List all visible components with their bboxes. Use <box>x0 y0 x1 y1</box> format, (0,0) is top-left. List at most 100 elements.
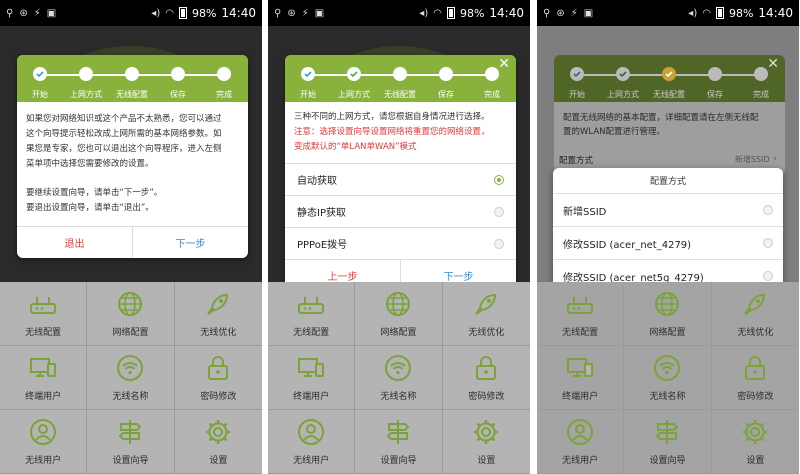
search-icon: ⚲ <box>6 7 14 19</box>
battery-percent: 98% <box>459 6 485 20</box>
step-current-icon <box>347 67 361 81</box>
battery-percent: 98% <box>728 6 754 20</box>
popup-option-modify-ssid-1[interactable]: 修改SSID (acer_net_4279) <box>553 227 783 260</box>
menu-tile[interactable]: 设置向导 <box>87 410 175 474</box>
battery-icon <box>178 7 187 19</box>
image-icon: ▣ <box>583 7 594 19</box>
signpost-icon <box>383 417 413 447</box>
menu-tile[interactable]: 无线优化 <box>442 282 530 346</box>
menu-tile-label: 网络配置 <box>112 328 149 338</box>
step-start: 开始 <box>285 67 331 100</box>
step-done-icon <box>616 67 630 81</box>
battery-icon <box>446 7 455 19</box>
menu-tile-label: 设置向导 <box>649 456 686 466</box>
menu-tile-label: 终端用户 <box>25 392 62 402</box>
menu-tile[interactable]: 无线用户 <box>537 410 625 474</box>
menu-tile-label: 设置向导 <box>380 456 417 466</box>
gear-icon <box>740 417 770 447</box>
menu-tile[interactable]: 无线用户 <box>268 410 356 474</box>
menu-tile-label: 无线名称 <box>112 392 149 402</box>
menu-tile[interactable]: 终端用户 <box>0 346 88 410</box>
popup-option-new-ssid[interactable]: 新增SSID <box>553 194 783 227</box>
step-save: 保存 <box>423 67 469 100</box>
menu-tile[interactable]: 无线名称 <box>87 346 175 410</box>
step-network: 上网方式 <box>331 67 377 100</box>
menu-grid: 无线配置 网络配置 无线优化终端用户 无线名称 密码修改无线用户 设置向导 设置 <box>0 282 262 474</box>
devices-icon <box>296 353 326 383</box>
search-icon: ⚲ <box>274 7 282 19</box>
globe-icon <box>115 289 145 319</box>
menu-tile[interactable]: 无线用户 <box>0 410 88 474</box>
wizard-steps: 开始 上网方式 无线配置 保存 完成 <box>17 55 248 102</box>
menu-tile[interactable]: 设置 <box>174 410 262 474</box>
menu-tile[interactable]: 密码修改 <box>174 346 262 410</box>
menu-tile-label: 设置 <box>477 456 496 466</box>
gear-icon <box>203 417 233 447</box>
wifi-icon: ◠ <box>165 7 174 19</box>
radio-icon[interactable] <box>763 238 773 248</box>
menu-tile[interactable]: 无线名称 <box>624 346 712 410</box>
rocket-icon <box>203 289 233 319</box>
step-done-icon <box>570 67 584 81</box>
search-icon: ⚲ <box>543 7 551 19</box>
menu-tile-label: 网络配置 <box>649 328 686 338</box>
step-done: 完成 <box>201 67 247 100</box>
option-static-ip[interactable]: 静态IP获取 <box>285 195 516 227</box>
signpost-icon <box>652 417 682 447</box>
menu-tile[interactable]: 无线配置 <box>537 282 625 346</box>
step-network: 上网方式 <box>63 67 109 100</box>
router-icon <box>28 289 58 319</box>
menu-tile[interactable]: 设置 <box>711 410 799 474</box>
wizard-body: 三种不同的上网方式，请您根据自身情况进行选择。 注意：选择设置向导设置网络将重置… <box>294 112 490 152</box>
menu-tile-label: 设置 <box>209 456 228 466</box>
radio-icon[interactable] <box>494 206 504 217</box>
menu-tile[interactable]: 网络配置 <box>87 282 175 346</box>
radio-icon[interactable] <box>494 238 504 249</box>
vibrate-icon: ◂) <box>419 7 429 19</box>
menu-tile[interactable]: 设置向导 <box>355 410 443 474</box>
menu-tile[interactable]: 无线配置 <box>0 282 88 346</box>
menu-tile-label: 终端用户 <box>293 392 330 402</box>
user-icon <box>296 417 326 447</box>
menu-tile[interactable]: 设置 <box>442 410 530 474</box>
clock: 14:40 <box>489 6 524 20</box>
user-icon <box>28 417 58 447</box>
next-button[interactable]: 下一步 <box>132 227 248 258</box>
battery-percent: 98% <box>191 6 217 20</box>
image-icon: ▣ <box>46 7 57 19</box>
radio-selected-icon[interactable] <box>494 174 504 185</box>
radio-icon[interactable] <box>763 271 773 281</box>
menu-tile-label: 无线用户 <box>293 456 330 466</box>
step-current-icon <box>662 67 676 81</box>
menu-tile[interactable]: 网络配置 <box>355 282 443 346</box>
battery-icon <box>715 7 724 19</box>
step-start: 开始 <box>17 67 63 100</box>
config-mode-row[interactable]: 配置方式 新增SSID › <box>559 154 777 166</box>
menu-tile-label: 无线用户 <box>562 456 599 466</box>
menu-tile[interactable]: 网络配置 <box>624 282 712 346</box>
wizard-steps: ✕ 开始 上网方式 无线配置 保存 完成 <box>285 55 516 102</box>
menu-tile-label: 密码修改 <box>468 392 505 402</box>
exit-button[interactable]: 退出 <box>17 227 132 258</box>
wifi-signal-icon <box>383 353 413 383</box>
lock-icon <box>740 353 770 383</box>
radio-icon[interactable] <box>763 205 773 215</box>
menu-tile[interactable]: 密码修改 <box>711 346 799 410</box>
menu-tile[interactable]: 密码修改 <box>442 346 530 410</box>
menu-tile[interactable]: 终端用户 <box>268 346 356 410</box>
menu-tile[interactable]: 终端用户 <box>537 346 625 410</box>
menu-tile[interactable]: 无线优化 <box>174 282 262 346</box>
option-pppoe[interactable]: PPPoE拨号 <box>285 227 516 259</box>
wifi-icon: ◠ <box>433 7 442 19</box>
menu-tile[interactable]: 无线名称 <box>355 346 443 410</box>
devices-icon <box>28 353 58 383</box>
usb-icon: ⚡ <box>33 7 41 19</box>
option-auto[interactable]: 自动获取 <box>285 163 516 195</box>
sync-icon: ⊛ <box>287 7 296 19</box>
step-wireless: 无线配置 <box>109 67 155 100</box>
menu-tile-label: 无线优化 <box>468 328 505 338</box>
menu-tile[interactable]: 无线配置 <box>268 282 356 346</box>
menu-tile[interactable]: 无线优化 <box>711 282 799 346</box>
menu-tile[interactable]: 设置向导 <box>624 410 712 474</box>
menu-tile-label: 密码修改 <box>200 392 237 402</box>
